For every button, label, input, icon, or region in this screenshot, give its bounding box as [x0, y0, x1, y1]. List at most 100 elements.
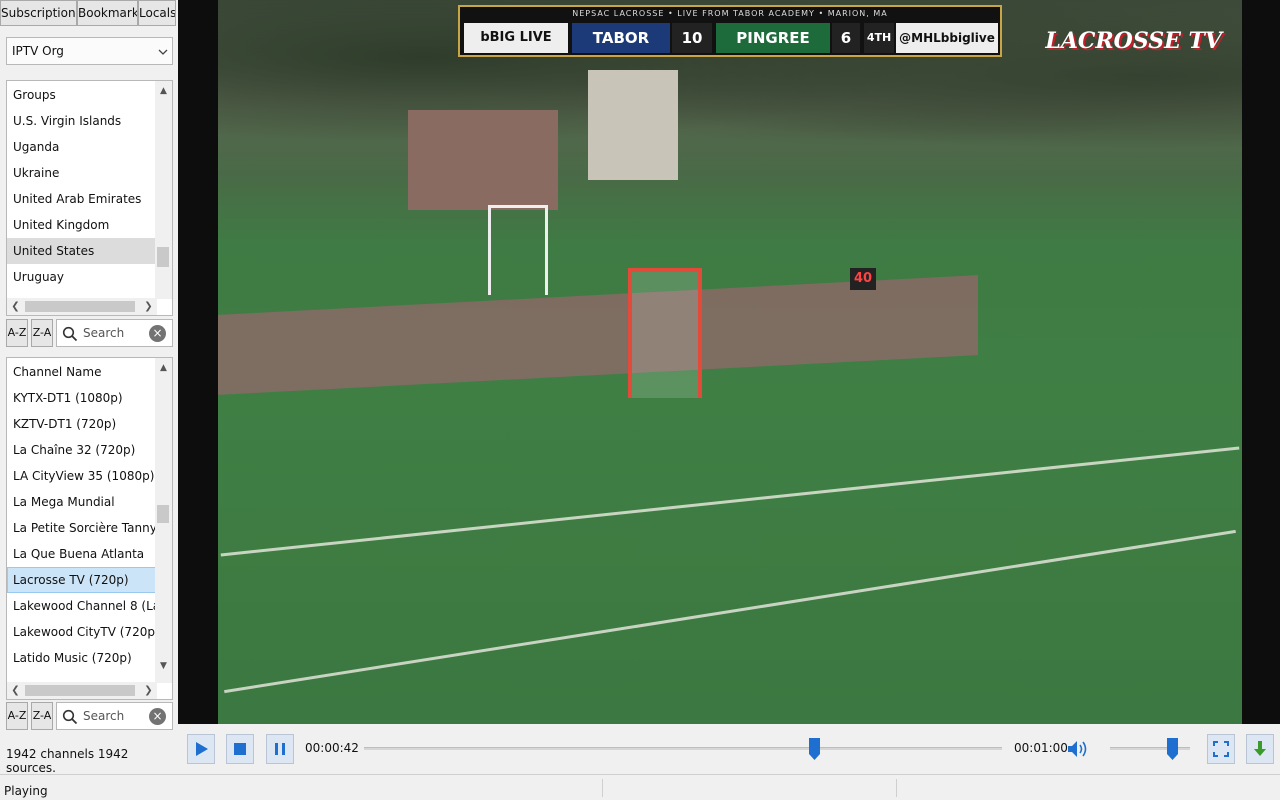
away-score: 6	[832, 23, 860, 53]
groups-header[interactable]: Groups	[7, 82, 157, 108]
play-icon	[196, 742, 208, 756]
volume-slider[interactable]	[1110, 747, 1190, 750]
group-item[interactable]: U.S. Virgin Islands	[7, 108, 157, 134]
status-bar: Playing	[0, 774, 1280, 800]
status-divider	[602, 779, 603, 797]
stop-icon	[234, 743, 246, 755]
source-tabs: Subscriptions Bookmarks Locals	[0, 0, 178, 26]
chevron-down-icon	[154, 45, 172, 58]
source-dropdown[interactable]: IPTV Org	[6, 37, 173, 65]
pause-icon	[275, 743, 285, 755]
channels-vertical-scrollbar[interactable]: ▲ ▼	[155, 358, 172, 683]
lacrosse-goal	[628, 268, 702, 398]
scroll-thumb[interactable]	[25, 685, 135, 696]
volume-handle[interactable]	[1167, 738, 1178, 760]
group-item[interactable]: United Kingdom	[7, 212, 157, 238]
status-text: Playing	[4, 784, 48, 798]
group-item[interactable]: Uruguay	[7, 264, 157, 290]
channel-search-bar: A-Z Z-A ×	[6, 701, 173, 731]
scroll-right-icon[interactable]: ❯	[140, 298, 157, 315]
channel-item[interactable]: La Mega Mundial	[7, 489, 157, 515]
elapsed-time: 00:00:42	[305, 741, 359, 755]
download-arrow-icon	[1254, 741, 1266, 756]
scroll-thumb[interactable]	[25, 301, 135, 312]
channel-item[interactable]: LA CityView 35 (1080p)	[7, 463, 157, 489]
scroll-thumb[interactable]	[157, 247, 169, 267]
fullscreen-button[interactable]	[1207, 734, 1235, 764]
channel-item[interactable]: KZTV-DT1 (720p)	[7, 411, 157, 437]
scroll-up-icon[interactable]: ▲	[155, 83, 172, 100]
seek-handle[interactable]	[809, 738, 820, 760]
tab-locals[interactable]: Locals	[138, 0, 176, 26]
scroll-down-icon[interactable]: ▼	[155, 658, 172, 675]
shot-clock: 40	[850, 268, 876, 290]
sort-az-button[interactable]: A-Z	[6, 319, 28, 347]
channels-horizontal-scrollbar[interactable]: ❮ ❯	[7, 682, 157, 699]
channel-search-input[interactable]	[83, 707, 143, 725]
group-search-input[interactable]	[83, 324, 143, 342]
channel-item-selected[interactable]: Lacrosse TV (720p)	[7, 567, 157, 593]
tab-bookmarks[interactable]: Bookmarks	[77, 0, 138, 26]
group-item-selected[interactable]: United States	[7, 238, 157, 264]
clear-search-icon[interactable]: ×	[149, 708, 166, 725]
home-score: 10	[672, 23, 712, 53]
channel-item[interactable]: Latido Music (720p)	[7, 645, 157, 671]
channels-list[interactable]: Channel Name KYTX-DT1 (1080p) KZTV-DT1 (…	[6, 357, 173, 700]
source-dropdown-value: IPTV Org	[12, 44, 64, 58]
social-handle: @MHLbbiglive	[896, 23, 998, 53]
volume-icon[interactable]	[1066, 737, 1090, 764]
total-time: 00:01:00	[1014, 741, 1068, 755]
fullscreen-icon	[1213, 741, 1229, 757]
status-divider	[896, 779, 897, 797]
away-team: PINGREE	[716, 23, 830, 53]
scorebug-header: NEPSAC LACROSSE • LIVE FROM TABOR ACADEM…	[572, 9, 888, 18]
scroll-up-icon[interactable]: ▲	[155, 360, 172, 377]
group-item[interactable]: Ukraine	[7, 160, 157, 186]
group-item[interactable]: United Arab Emirates	[7, 186, 157, 212]
scroll-right-icon[interactable]: ❯	[140, 682, 157, 699]
groups-list[interactable]: Groups U.S. Virgin Islands Uganda Ukrain…	[6, 80, 173, 316]
field-paint	[218, 275, 978, 395]
sort-za-button[interactable]: Z-A	[31, 319, 53, 347]
scroll-thumb[interactable]	[157, 505, 169, 523]
background-building	[408, 110, 558, 210]
groups-horizontal-scrollbar[interactable]: ❮ ❯	[7, 298, 157, 315]
channel-item[interactable]: La Petite Sorcière Tanny	[7, 515, 157, 541]
stop-button[interactable]	[226, 734, 254, 764]
sidebar: Subscriptions Bookmarks Locals IPTV Org …	[0, 0, 178, 775]
channel-item[interactable]: Lakewood CityTV (720p)	[7, 619, 157, 645]
player-controls: 00:00:42 00:01:00	[178, 724, 1280, 774]
channel-item[interactable]: La Que Buena Atlanta	[7, 541, 157, 567]
iptv-player-window: Subscriptions Bookmarks Locals IPTV Org …	[0, 0, 1280, 800]
field-line	[224, 529, 1236, 694]
download-button[interactable]	[1246, 734, 1274, 764]
sort-za-button[interactable]: Z-A	[31, 702, 53, 730]
play-button[interactable]	[187, 734, 215, 764]
search-icon	[62, 709, 78, 725]
video-area[interactable]: 40 NEPSAC LACROSSE • LIVE FROM TABOR ACA…	[178, 0, 1280, 724]
group-item[interactable]: Uganda	[7, 134, 157, 160]
channel-item[interactable]: La Chaîne 32 (720p)	[7, 437, 157, 463]
channel-search-box: ×	[56, 702, 173, 730]
scorebug: NEPSAC LACROSSE • LIVE FROM TABOR ACADEM…	[458, 5, 1002, 57]
clear-search-icon[interactable]: ×	[149, 325, 166, 342]
field-line	[220, 446, 1240, 557]
groups-vertical-scrollbar[interactable]: ▲	[155, 81, 172, 299]
home-team: TABOR	[572, 23, 670, 53]
background-house	[588, 70, 678, 180]
channel-name-header[interactable]: Channel Name	[7, 359, 157, 385]
group-search-bar: A-Z Z-A ×	[6, 318, 173, 348]
sort-az-button[interactable]: A-Z	[6, 702, 28, 730]
pause-button[interactable]	[266, 734, 294, 764]
scroll-left-icon[interactable]: ❮	[7, 298, 24, 315]
seek-bar[interactable]	[364, 747, 1002, 750]
search-icon	[62, 326, 78, 342]
group-search-box: ×	[56, 319, 173, 347]
channel-item[interactable]: Lakewood Channel 8 (Lakev	[7, 593, 157, 619]
channel-item[interactable]: KYTX-DT1 (1080p)	[7, 385, 157, 411]
scroll-left-icon[interactable]: ❮	[7, 682, 24, 699]
tab-subscriptions[interactable]: Subscriptions	[0, 0, 77, 26]
channel-count-label: 1942 channels 1942 sources.	[6, 747, 129, 775]
network-logo: bBIG LIVE	[464, 23, 568, 53]
video-frame[interactable]: 40 NEPSAC LACROSSE • LIVE FROM TABOR ACA…	[218, 0, 1242, 724]
